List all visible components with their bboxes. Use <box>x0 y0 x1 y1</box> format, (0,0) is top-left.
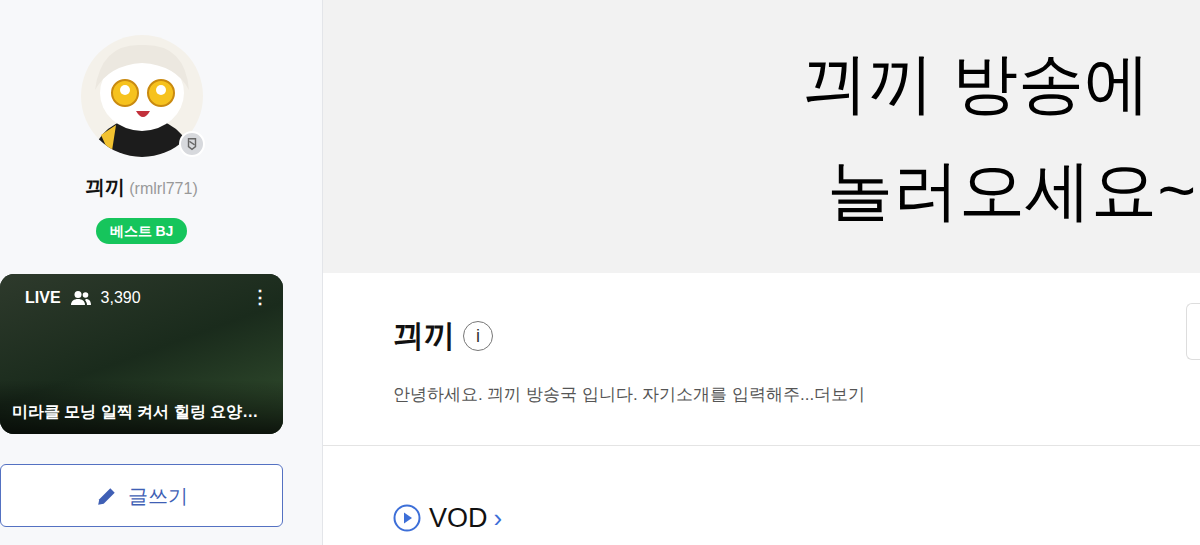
live-thumbnail[interactable]: LIVE 3,390 ⋮ 미라클 모닝 일찍 켜서 힐링 요양… <box>0 274 283 434</box>
write-button[interactable]: 글쓰기 <box>0 464 283 527</box>
info-icon[interactable]: i <box>463 321 493 351</box>
banner-line: 끠끼 방송에 <box>802 47 1150 120</box>
banner-line: 놀러오세요~ <box>827 154 1196 227</box>
write-label: 글쓰기 <box>128 481 188 511</box>
viewer-count: 3,390 <box>101 286 141 310</box>
pencil-icon <box>96 485 118 507</box>
user-id: (rmlrl771) <box>129 177 197 201</box>
live-label: LIVE <box>25 286 61 310</box>
arrow-icon: › <box>494 499 503 538</box>
channel-title: 끠끼 <box>393 313 455 360</box>
live-title[interactable]: 미라클 모닝 일찍 켜서 힐링 요양… <box>12 400 271 424</box>
viewers-icon <box>71 290 91 306</box>
profile-avatar[interactable] <box>81 35 203 157</box>
more-menu[interactable]: ⋮ <box>251 284 269 311</box>
manager-badge-icon <box>179 131 205 157</box>
side-button[interactable] <box>1186 303 1200 360</box>
main-content: 끠끼 방송에놀러오세요~ 끠끼 i 안녕하세요. 끠끼 방송국 입니다. 자기소… <box>323 0 1200 545</box>
channel-info: 끠끼 i 안녕하세요. 끠끼 방송국 입니다. 자기소개를 입력해주...더보기 <box>323 273 1200 446</box>
sections: VOD› <box>323 446 1200 539</box>
section-header[interactable]: VOD› <box>393 498 1200 539</box>
channel-description: 안녕하세요. 끠끼 방송국 입니다. 자기소개를 입력해주... <box>393 385 814 404</box>
profile-name: 끠끼 (rmlrl771) <box>85 172 197 202</box>
sidebar: 끠끼 (rmlrl771) 베스트 BJ LIVE 3,390 ⋮ 미라클 모닝… <box>0 0 323 545</box>
best-bj-badge: 베스트 BJ <box>96 218 188 244</box>
more-link[interactable]: 더보기 <box>814 385 865 404</box>
section-label: VOD <box>429 498 488 539</box>
streamer-name: 끠끼 <box>85 172 125 202</box>
play-icon <box>393 504 421 532</box>
banner: 끠끼 방송에놀러오세요~ <box>323 0 1200 273</box>
